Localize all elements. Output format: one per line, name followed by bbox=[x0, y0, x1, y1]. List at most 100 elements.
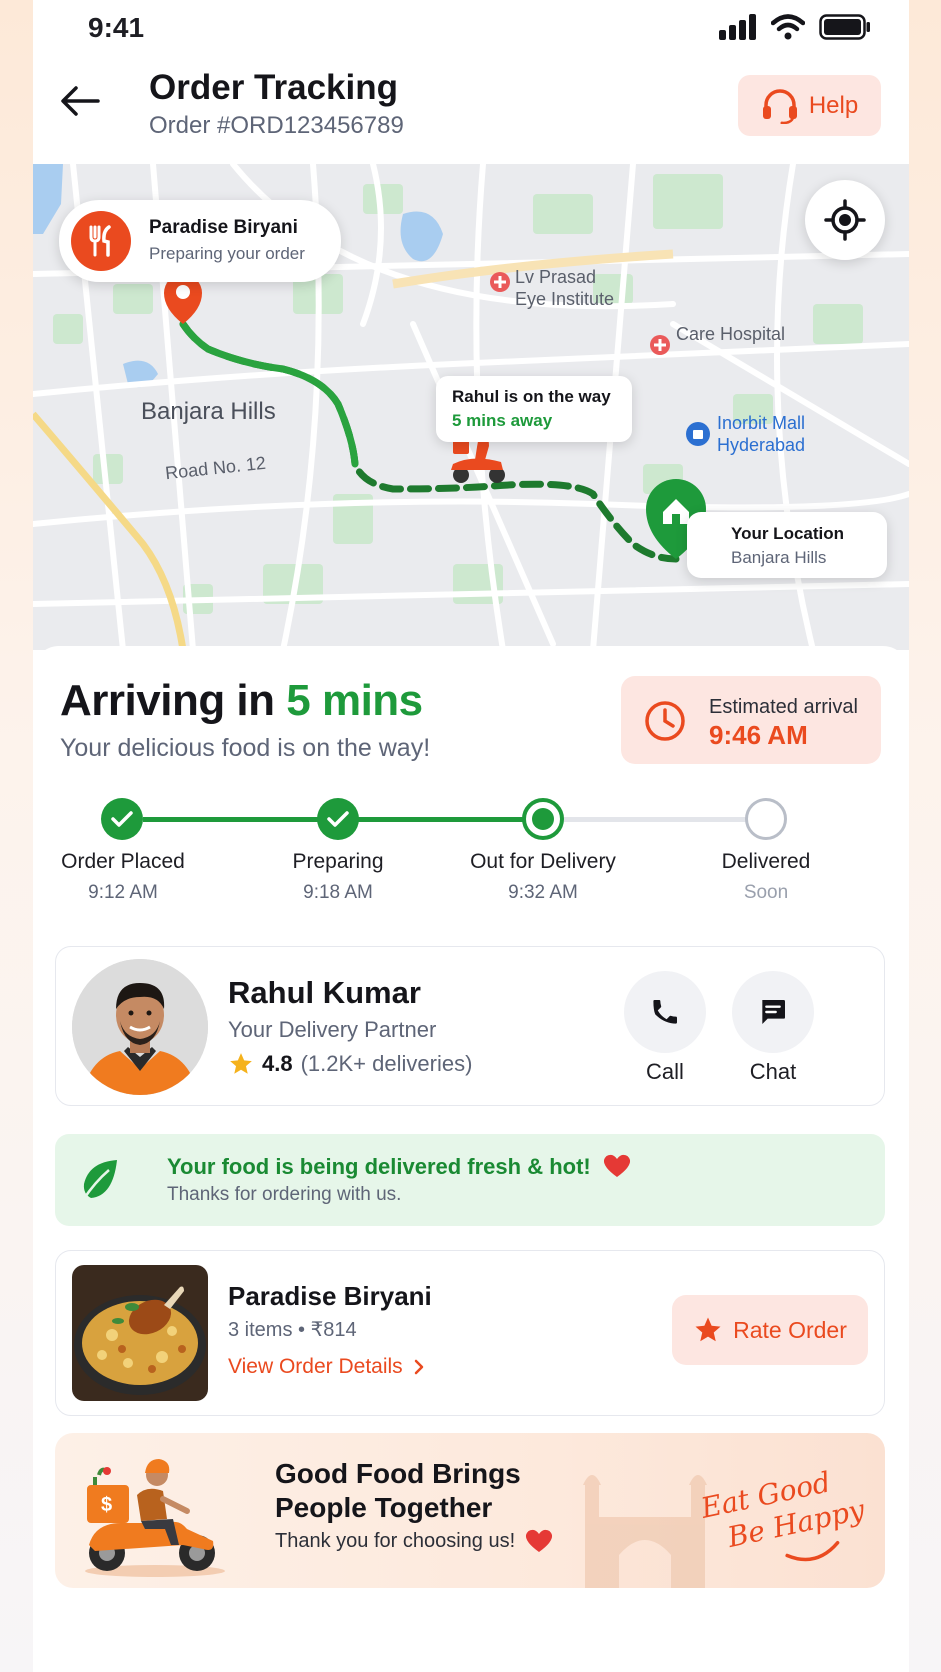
headset-icon bbox=[762, 88, 797, 124]
avatar bbox=[72, 959, 208, 1095]
back-button[interactable] bbox=[55, 76, 105, 126]
delivery-partner-card: Rahul Kumar Your Delivery Partner 4.8 (1… bbox=[55, 946, 885, 1106]
help-label: Help bbox=[808, 91, 859, 119]
arrow-left-icon bbox=[61, 86, 100, 116]
rider-callout: Rahul is on the way 5 mins away bbox=[436, 376, 632, 442]
promo-banner: $ Good Food Brings People Together Thank… bbox=[55, 1433, 885, 1588]
arriving-heading: Arriving in 5 mins bbox=[60, 676, 423, 726]
step-label-delivered: Delivered bbox=[721, 850, 811, 873]
destination-callout: Your Location Banjara Hills bbox=[687, 512, 887, 578]
rider-eta: 5 mins away bbox=[452, 411, 553, 430]
order-progress: Order Placed 9:12 AM Preparing 9:18 AM O… bbox=[33, 796, 909, 916]
map-label-lv-prasad-line2: Eye Institute bbox=[515, 289, 615, 309]
map-label-banjara-hills: Banjara Hills bbox=[141, 398, 276, 425]
partner-name: Rahul Kumar bbox=[228, 975, 421, 1010]
estimated-arrival-time: 9:46 AM bbox=[709, 720, 808, 750]
destination-area: Banjara Hills bbox=[731, 548, 827, 567]
rate-order-label: Rate Order bbox=[733, 1316, 847, 1343]
map-label-lv-prasad-line1: Lv Prasad bbox=[515, 267, 597, 287]
clock-icon bbox=[645, 701, 685, 741]
star-icon bbox=[230, 1053, 252, 1074]
restaurant-status: Preparing your order bbox=[149, 244, 305, 263]
food-image bbox=[72, 1265, 208, 1401]
battery-icon bbox=[819, 14, 870, 40]
partner-rating: 4.8 (1.2K+ deliveries) bbox=[228, 1051, 472, 1077]
rating-deliveries: (1.2K+ deliveries) bbox=[300, 1051, 473, 1076]
estimated-arrival-card: Estimated arrival 9:46 AM bbox=[621, 676, 881, 764]
rating-score: 4.8 bbox=[262, 1051, 293, 1076]
fresh-subtitle: Thanks for ordering with us. bbox=[167, 1184, 402, 1205]
order-id: Order #ORD123456789 bbox=[149, 112, 404, 139]
status-time: 9:41 bbox=[88, 12, 145, 43]
chat-button[interactable] bbox=[732, 971, 814, 1053]
step-time-delivered: Soon bbox=[743, 882, 789, 903]
restaurant-badge bbox=[71, 211, 131, 271]
rate-order-button[interactable]: Rate Order bbox=[672, 1295, 868, 1365]
chevron-right-icon bbox=[414, 1359, 423, 1375]
signal-icon bbox=[719, 14, 756, 40]
map-view[interactable]: Paradise Biryani Preparing your order Lv… bbox=[33, 164, 909, 650]
crosshair-icon bbox=[824, 199, 866, 241]
rider-status: Rahul is on the way bbox=[452, 387, 611, 406]
fresh-title-text: Your food is being delivered fresh & hot… bbox=[167, 1154, 591, 1179]
heart-icon bbox=[603, 1154, 630, 1177]
fork-knife-icon bbox=[89, 225, 111, 257]
delivery-scooter-illustration: $ bbox=[85, 1459, 225, 1577]
promo-title: Good Food Brings People Together bbox=[275, 1458, 521, 1523]
promo-tagline: Eat Good Be Happy bbox=[698, 1460, 875, 1588]
help-button[interactable]: Help bbox=[738, 75, 881, 136]
header: Order Tracking Order #ORD123456789 Help bbox=[33, 56, 909, 164]
heart-icon bbox=[526, 1529, 553, 1552]
check-icon bbox=[327, 811, 349, 827]
step-time-out-for-delivery: 9:32 AM bbox=[508, 882, 578, 903]
step-time-preparing: 9:18 AM bbox=[303, 882, 373, 903]
leaf-icon bbox=[81, 1160, 117, 1201]
map-label-inorbit-line2: Hyderabad bbox=[717, 435, 806, 455]
partner-role: Your Delivery Partner bbox=[228, 1017, 437, 1042]
step-label-out-for-delivery: Out for Delivery bbox=[470, 850, 616, 873]
wifi-icon bbox=[771, 14, 805, 40]
fresh-delivery-banner: Your food is being delivered fresh & hot… bbox=[55, 1134, 885, 1226]
page-title: Order Tracking bbox=[149, 68, 398, 107]
arriving-eta: 5 mins bbox=[286, 676, 423, 725]
charminar-illustration bbox=[583, 1475, 707, 1588]
step-dot-order-placed bbox=[101, 798, 143, 840]
recenter-button[interactable] bbox=[805, 180, 885, 260]
progress-track-pending bbox=[543, 817, 765, 822]
current-step-indicator bbox=[532, 808, 554, 830]
map-label-care-hospital: Care Hospital bbox=[676, 324, 786, 344]
estimated-arrival-label: Estimated arrival bbox=[709, 696, 858, 718]
chat-label: Chat bbox=[749, 1059, 797, 1084]
biryani-image bbox=[72, 1265, 208, 1401]
step-label-preparing: Preparing bbox=[292, 850, 384, 873]
call-button[interactable] bbox=[624, 971, 706, 1053]
map-label-lv-prasad: Lv Prasad Eye Institute bbox=[515, 266, 614, 310]
promo-subtitle: Thank you for choosing us! bbox=[275, 1529, 553, 1553]
order-summary-card: Paradise Biryani 3 items • ₹814 View Ord… bbox=[55, 1250, 885, 1416]
step-dot-out-for-delivery bbox=[522, 798, 564, 840]
tracking-sheet: Arriving in 5 mins Your delicious food i… bbox=[33, 646, 909, 1672]
map-label-inorbit: Inorbit Mall Hyderabad bbox=[717, 412, 805, 456]
step-dot-preparing bbox=[317, 798, 359, 840]
star-icon bbox=[695, 1317, 721, 1342]
map-label-inorbit-line1: Inorbit Mall bbox=[717, 413, 806, 433]
promo-subtitle-text: Thank you for choosing us! bbox=[275, 1529, 516, 1552]
step-time-order-placed: 9:12 AM bbox=[88, 882, 158, 903]
step-dot-delivered bbox=[745, 798, 787, 840]
phone-screen: 9:41 Order Tracking Order #ORD123456789 … bbox=[33, 0, 909, 1672]
arriving-prefix: Arriving in bbox=[60, 676, 275, 725]
status-icons bbox=[719, 14, 871, 40]
view-order-details-link[interactable]: View Order Details bbox=[228, 1355, 425, 1379]
view-order-details-label: View Order Details bbox=[228, 1355, 403, 1378]
restaurant-name: Paradise Biryani bbox=[149, 217, 298, 238]
call-label: Call bbox=[646, 1059, 684, 1084]
svg-text:$: $ bbox=[101, 1494, 112, 1516]
step-label-order-placed: Order Placed bbox=[61, 850, 185, 873]
check-icon bbox=[111, 811, 133, 827]
phone-icon bbox=[653, 1000, 677, 1024]
restaurant-callout[interactable]: Paradise Biryani Preparing your order bbox=[59, 200, 341, 282]
chat-icon bbox=[762, 1000, 785, 1024]
avatar-image bbox=[72, 959, 208, 1095]
destination-label: Your Location bbox=[731, 524, 845, 543]
order-restaurant-name: Paradise Biryani bbox=[228, 1281, 432, 1311]
